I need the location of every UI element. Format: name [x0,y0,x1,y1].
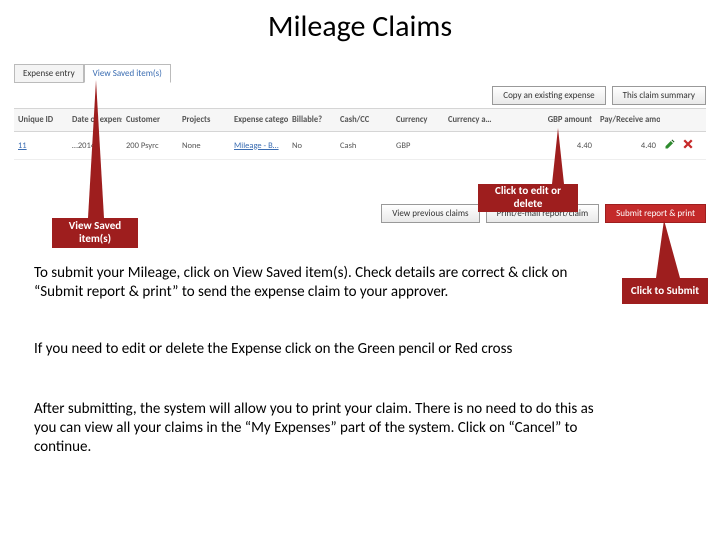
claim-summary-button[interactable]: This claim summary [612,86,706,105]
callout-view-saved: View Saved item(s) [52,218,138,248]
callout-pointer-icon [88,80,104,218]
app-screenshot: Expense entry View Saved item(s) Copy an… [14,64,706,232]
expense-grid: Unique ID Date of expense Customer Proje… [14,108,706,160]
tab-expense-entry[interactable]: Expense entry [14,64,84,83]
cell-customer: 200 Psyrc [122,135,178,157]
callout-text: Click to Submit [631,285,699,298]
cell-category[interactable]: Mileage - B… [230,135,288,157]
cell-currency-amount [444,140,524,152]
cell-cash: Cash [336,135,392,157]
callout-edit-delete: Click to edit or delete [478,184,578,212]
top-button-row: Copy an existing expense This claim summ… [492,86,706,105]
cell-actions [660,132,706,159]
view-previous-claims-button[interactable]: View previous claims [381,204,479,223]
callout-click-submit: Click to Submit [622,278,708,304]
page-title: Mileage Claims [0,8,720,45]
cell-projects: None [178,135,230,157]
col-actions [660,109,706,131]
callout-pointer-icon [656,220,680,278]
col-pay-receive: Pay/Receive amount [596,109,660,131]
instruction-para-3: After submitting, the system will allow … [34,400,594,456]
grid-header-row: Unique ID Date of expense Customer Proje… [14,109,706,132]
col-customer: Customer [122,109,178,131]
col-unique-id: Unique ID [14,109,68,131]
callout-text: Click to edit or delete [482,185,574,210]
instruction-para-2: If you need to edit or delete the Expens… [34,340,594,359]
callout-text: View Saved item(s) [56,220,134,245]
col-billable: Billable? [288,109,336,131]
pencil-edit-icon[interactable] [664,138,676,153]
col-currency-amount: Currency a… [444,109,524,131]
callout-pointer-icon [552,128,564,184]
col-category: Expense category [230,109,288,131]
cross-delete-icon[interactable] [682,138,694,153]
cell-currency: GBP [392,135,444,157]
instruction-para-1: To submit your Mileage, click on View Sa… [34,264,594,302]
copy-expense-button[interactable]: Copy an existing expense [492,86,605,105]
col-currency: Currency [392,109,444,131]
cell-unique-id[interactable]: 11 [14,135,68,157]
cell-pay: 4.40 [596,135,660,157]
cell-billable: No [288,135,336,157]
col-cash-cc: Cash/CC [336,109,392,131]
tab-strip: Expense entry View Saved item(s) [14,64,706,83]
table-row: 11 …2014 200 Psyrc None Mileage - B… No … [14,132,706,160]
col-projects: Projects [178,109,230,131]
